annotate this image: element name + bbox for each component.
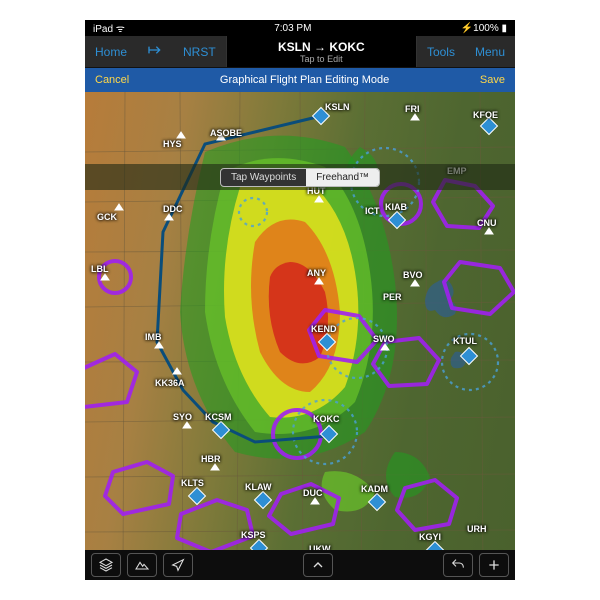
nav-bar: Home NRST KSLN → KOKC Tap to Edit Tools … [85,36,515,68]
waypoint-urh[interactable]: URH [467,524,487,534]
waypoint-duc[interactable]: DUC [303,488,323,504]
save-button[interactable]: Save [480,74,505,86]
svg-text:KLAW: KLAW [245,482,272,492]
edit-mode-title: Graphical Flight Plan Editing Mode [129,74,480,86]
plus-icon [486,557,502,573]
svg-text:DDC: DDC [163,204,183,214]
svg-text:ASOBE: ASOBE [210,128,242,138]
undo-icon [450,557,466,573]
svg-text:ICT: ICT [365,206,380,216]
svg-text:KLTS: KLTS [181,478,204,488]
svg-text:ANY: ANY [307,268,326,278]
waypoint-per[interactable]: PER [383,292,402,302]
add-button[interactable] [479,553,509,577]
edit-mode-bar: Cancel Graphical Flight Plan Editing Mod… [85,68,515,92]
waypoint-hbr[interactable]: HBR [201,454,221,470]
airport-kgyi[interactable]: KGYI [419,532,443,550]
chevron-up-icon [310,557,326,573]
layers-icon [98,557,114,573]
svg-text:HBR: HBR [201,454,221,464]
bottom-toolbar [85,550,515,580]
waypoint-kk36a[interactable]: KK36A [155,368,185,388]
home-button[interactable]: Home [85,45,137,59]
freehand-segment[interactable]: Freehand™ [306,169,379,186]
svg-text:SWO: SWO [373,334,395,344]
undo-button[interactable] [443,553,473,577]
terrain-icon [134,557,150,573]
waypoint-ddc[interactable]: DDC [163,204,183,220]
waypoint-gck[interactable]: GCK [97,204,123,222]
svg-text:BVO: BVO [403,270,423,280]
draw-mode-segmented[interactable]: Tap Waypoints Freehand™ [220,168,380,187]
svg-text:KTUL: KTUL [453,336,477,346]
waypoint-bvo[interactable]: BVO [403,270,423,286]
nrst-button[interactable]: NRST [173,45,226,59]
route-title-button[interactable]: KSLN → KOKC Tap to Edit [226,36,417,67]
svg-text:CNU: CNU [477,218,497,228]
svg-text:KSPS: KSPS [241,530,266,540]
cancel-button[interactable]: Cancel [95,74,129,86]
map-view[interactable]: Tap Waypoints Freehand™ [85,92,515,550]
ios-status-bar: iPad ᯤ 7:03 PM ⚡100% ▮ [85,20,515,36]
waypoint-ukw[interactable]: UKW [309,544,331,550]
svg-text:KSLN: KSLN [325,102,350,112]
map-svg: KSLN HYS ASOBE FRI KFOE EMP GCK DDC HUT … [85,92,515,550]
direct-to-button[interactable] [137,42,173,61]
svg-text:FRI: FRI [405,104,420,114]
svg-text:IMB: IMB [145,332,162,342]
svg-text:LBL: LBL [91,264,109,274]
svg-text:KK36A: KK36A [155,378,185,388]
waypoint-syo[interactable]: SYO [173,412,192,428]
svg-text:HYS: HYS [163,139,182,149]
airport-kfoe[interactable]: KFOE [473,110,498,134]
svg-text:SYO: SYO [173,412,192,422]
location-arrow-icon [170,557,186,573]
locate-button[interactable] [163,553,193,577]
airport-ksln[interactable]: KSLN [313,102,350,124]
draw-mode-bar: Tap Waypoints Freehand™ [85,164,515,190]
airport-klts[interactable]: KLTS [181,478,205,504]
waypoint-hys[interactable]: HYS [163,132,185,149]
route-title: KSLN → KOKC [227,40,416,54]
svg-text:KADM: KADM [361,484,388,494]
svg-text:KIAB: KIAB [385,202,407,212]
status-battery: ⚡100% ▮ [461,23,507,34]
status-time: 7:03 PM [125,23,461,34]
status-carrier: iPad ᯤ [93,21,125,35]
waypoint-imb[interactable]: IMB [145,332,163,348]
svg-text:KEND: KEND [311,324,337,334]
layers-button[interactable] [91,553,121,577]
airport-klaw[interactable]: KLAW [245,482,272,508]
route-subtitle: Tap to Edit [227,54,416,64]
svg-text:KFOE: KFOE [473,110,498,120]
direct-to-icon [147,42,163,58]
svg-text:GCK: GCK [97,212,118,222]
svg-text:UKW: UKW [309,544,331,550]
expand-button[interactable] [303,553,333,577]
svg-text:PER: PER [383,292,402,302]
svg-text:KCSM: KCSM [205,412,232,422]
svg-text:KGYI: KGYI [419,532,441,542]
svg-text:URH: URH [467,524,487,534]
app-window: iPad ᯤ 7:03 PM ⚡100% ▮ Home NRST KSLN → … [85,20,515,580]
svg-text:DUC: DUC [303,488,323,498]
tools-button[interactable]: Tools [417,45,465,59]
waypoint-ict[interactable]: ICT [365,206,380,216]
svg-text:KOKC: KOKC [313,414,340,424]
waypoint-fri[interactable]: FRI [405,104,420,120]
waypoint-cnu[interactable]: CNU [477,218,497,234]
menu-button[interactable]: Menu [465,45,515,59]
tap-waypoints-segment[interactable]: Tap Waypoints [221,169,306,186]
terrain-button[interactable] [127,553,157,577]
